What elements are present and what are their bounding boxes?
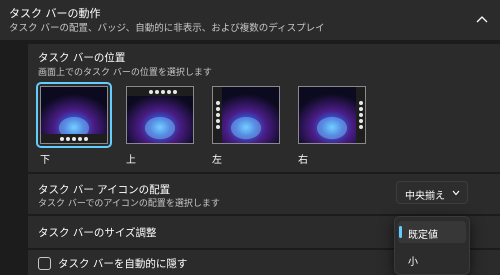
position-label-top: 上 [126,155,136,166]
size-title: タスク バーのサイズ調整 [38,227,157,239]
taskbar-preview [356,87,365,143]
chevron-down-icon [452,190,460,196]
size-menu-item-label: 既定値 [408,230,438,241]
size-menu-item-label: 小 [408,257,418,268]
wallpaper-thumbnail [40,86,108,144]
position-option-bottom[interactable] [36,82,112,148]
auto-hide-checkbox[interactable] [38,257,51,270]
auto-hide-label[interactable]: タスク バーを自動的に隠す [58,256,187,271]
wallpaper-thumbnail [212,86,280,144]
chevron-up-icon[interactable] [476,15,488,25]
position-label-left: 左 [212,155,222,166]
position-subtitle: 画面上でのタスク バーの位置を選択します [38,68,212,78]
position-label-right: 右 [298,155,308,166]
alignment-title: タスク バー アイコンの配置 [38,184,171,196]
section-subtitle: タスク バーの配置、バッジ、自動的に非表示、および複数のディスプレイ [9,23,325,34]
wallpaper-image [213,87,279,143]
alignment-dropdown[interactable]: 中央揃え [396,181,468,204]
settings-page: タスク バーの動作 タスク バーの配置、バッジ、自動的に非表示、および複数のディ… [0,0,500,275]
alignment-subtitle: タスク バーでのアイコンの配置を選択します [38,199,220,209]
size-menu-item-small[interactable]: 小 [398,248,466,270]
taskbar-preview [127,87,193,96]
taskbar-behaviors-header[interactable]: タスク バーの動作 タスク バーの配置、バッジ、自動的に非表示、および複数のディ… [0,0,500,40]
position-label-bottom: 下 [40,155,50,166]
taskbar-preview [213,87,222,143]
size-dropdown-menu: 既定値 小 [394,216,470,275]
position-option-left[interactable] [208,82,284,148]
wallpaper-thumbnail [126,86,194,144]
taskbar-position-card: タスク バーの位置 画面上でのタスク バーの位置を選択します 下 上 左 右 [28,44,500,172]
size-menu-item-default[interactable]: 既定値 [398,221,466,243]
section-title: タスク バーの動作 [9,7,101,20]
alignment-dropdown-value: 中央揃え [405,191,445,202]
taskbar-preview [41,134,107,143]
icon-alignment-row: タスク バー アイコンの配置 タスク バーでのアイコンの配置を選択します 中央揃… [28,174,500,214]
wallpaper-thumbnail [298,86,366,144]
position-option-top[interactable] [122,82,198,148]
position-title: タスク バーの位置 [38,52,126,64]
position-option-right[interactable] [294,82,370,148]
selection-indicator [399,226,402,238]
